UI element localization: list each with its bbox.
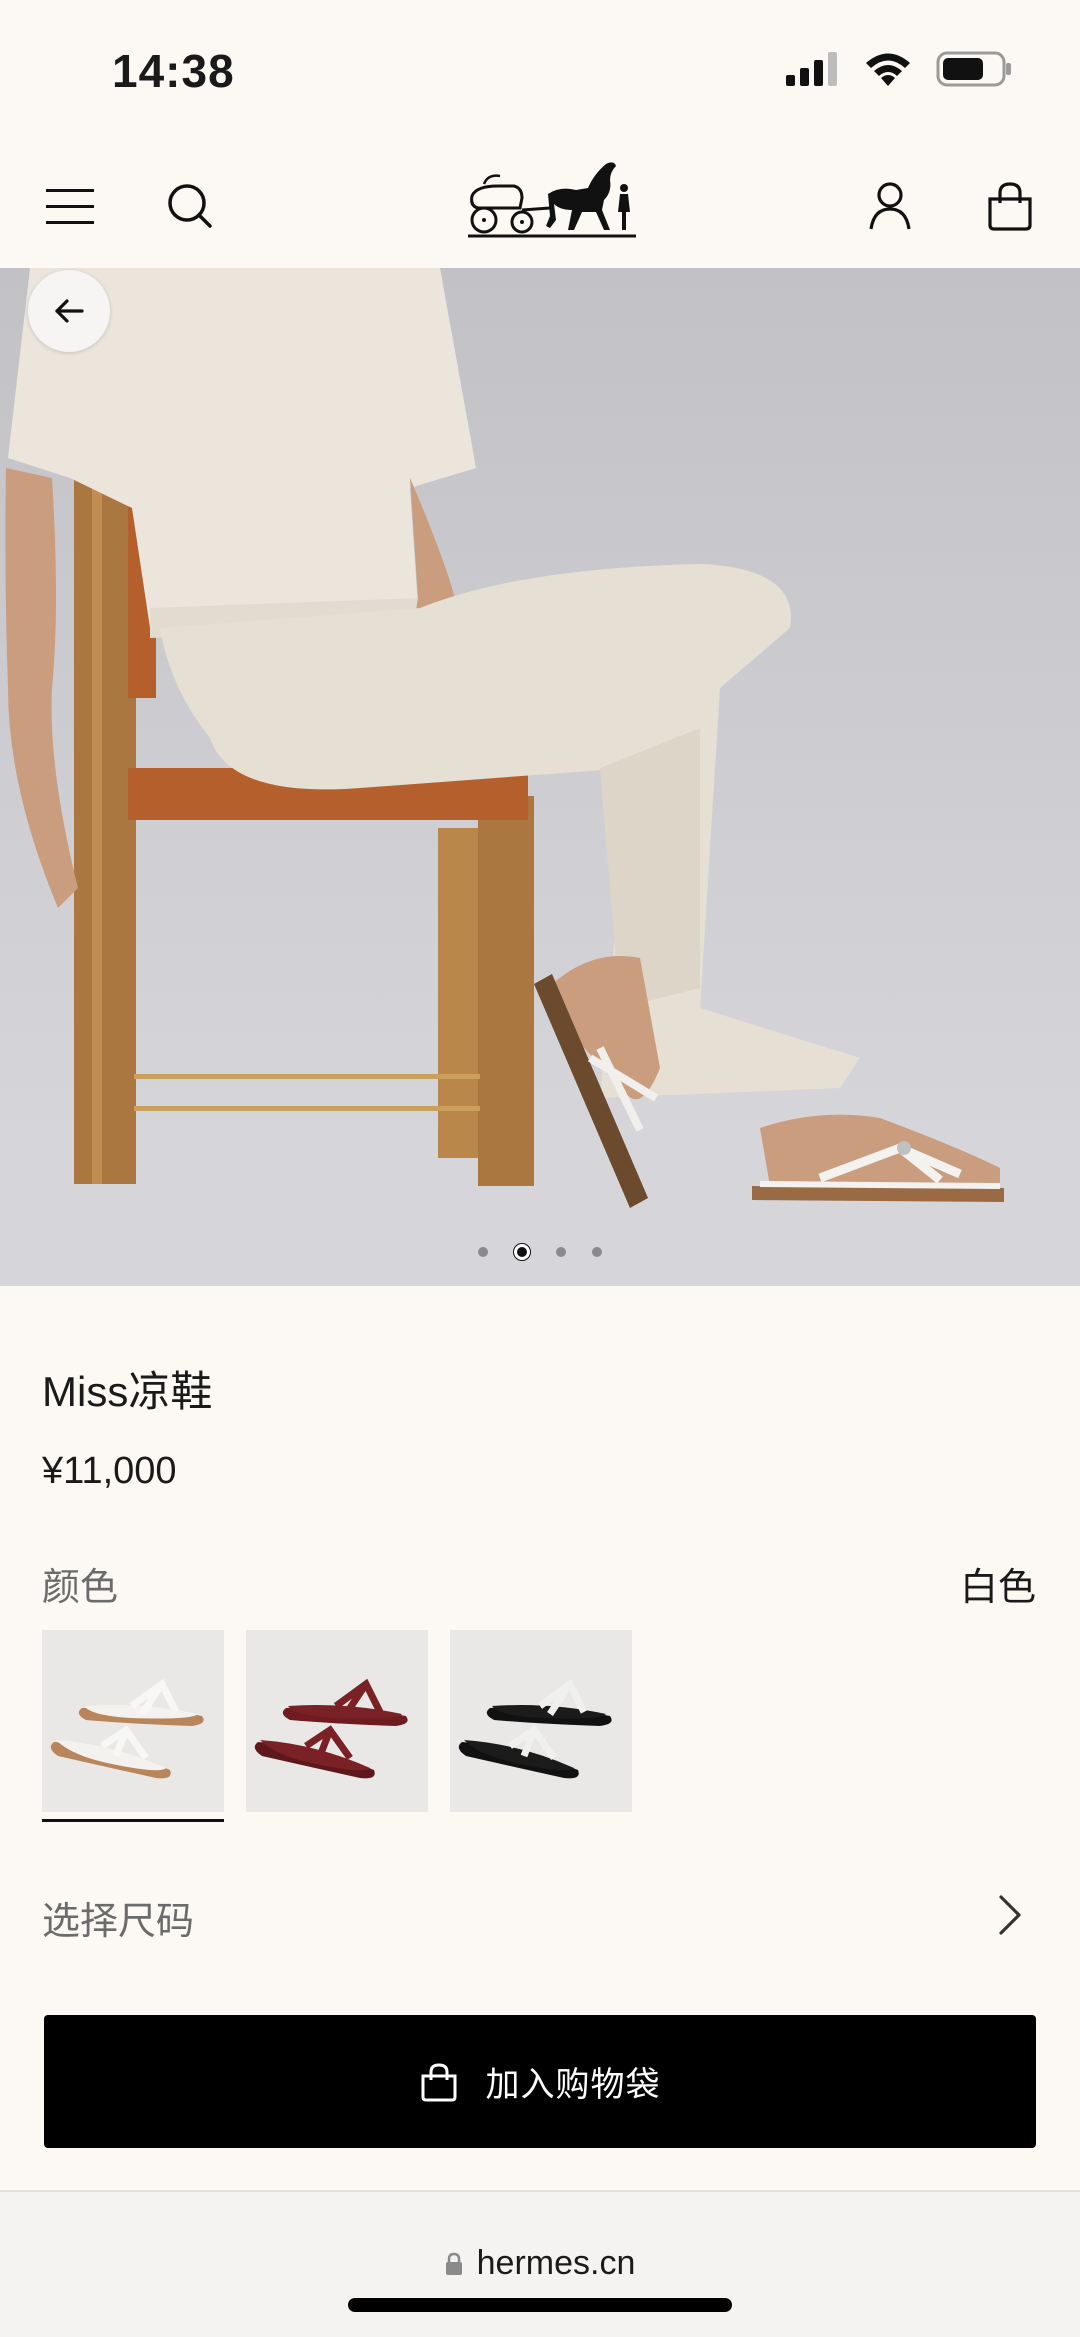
account-icon bbox=[869, 182, 911, 230]
size-selector-label: 选择尺码 bbox=[42, 1901, 195, 1943]
back-button[interactable] bbox=[28, 270, 110, 352]
search-icon bbox=[168, 184, 212, 228]
burgundy-sandal-thumbnail bbox=[254, 1678, 408, 1779]
carousel-dot-active[interactable] bbox=[514, 1244, 530, 1260]
chevron-right-icon bbox=[999, 1895, 1021, 1935]
browser-address-bar[interactable]: hermes.cn bbox=[0, 2190, 1080, 2337]
search-button[interactable] bbox=[150, 166, 230, 246]
color-swatch-black[interactable] bbox=[450, 1630, 632, 1812]
home-indicator[interactable] bbox=[348, 2298, 732, 2312]
product-title: Miss凉鞋 bbox=[42, 1368, 213, 1415]
product-price: ¥11,000 bbox=[42, 1450, 177, 1492]
wifi-icon bbox=[866, 53, 910, 86]
size-selector[interactable]: 选择尺码 bbox=[0, 1876, 1080, 1960]
shopping-bag-button[interactable] bbox=[970, 166, 1050, 246]
color-label: 颜色 bbox=[42, 1567, 119, 1609]
cellular-signal-icon bbox=[786, 52, 837, 86]
carousel-pagination bbox=[0, 1244, 1080, 1260]
product-image-carousel[interactable] bbox=[0, 268, 1080, 1286]
hermes-logo[interactable] bbox=[464, 150, 640, 250]
account-button[interactable] bbox=[850, 166, 930, 246]
carousel-dot[interactable] bbox=[556, 1247, 566, 1257]
add-to-bag-label: 加入购物袋 bbox=[485, 2066, 661, 2104]
color-swatch-list bbox=[42, 1630, 632, 1822]
arrow-left-icon bbox=[55, 299, 84, 323]
product-hero-image bbox=[0, 268, 1080, 1286]
hamburger-menu-icon bbox=[46, 189, 94, 224]
shopping-bag-icon bbox=[421, 2062, 456, 2101]
lock-icon bbox=[445, 2252, 462, 2275]
shopping-bag-icon bbox=[988, 182, 1032, 231]
white-sandal-thumbnail bbox=[50, 1678, 204, 1779]
add-to-bag-button[interactable]: 加入购物袋 bbox=[44, 2015, 1036, 2148]
carousel-dot[interactable] bbox=[592, 1247, 602, 1257]
battery-icon bbox=[936, 51, 1011, 87]
color-swatch-burgundy[interactable] bbox=[246, 1630, 428, 1812]
hermes-carriage-logo bbox=[468, 162, 636, 238]
site-header bbox=[0, 140, 1080, 268]
product-page: 14:38 Miss凉鞋 ¥11,000 颜色 白色 选择尺码 加入购物袋 he… bbox=[0, 0, 1080, 2337]
url-display[interactable]: hermes.cn bbox=[0, 2244, 1080, 2283]
black-sandal-thumbnail bbox=[458, 1678, 612, 1779]
status-bar: 14:38 bbox=[0, 0, 1080, 140]
menu-button[interactable] bbox=[30, 166, 110, 246]
selected-color-value: 白色 bbox=[959, 1567, 1036, 1609]
status-icons bbox=[784, 50, 1012, 88]
color-swatch-white[interactable] bbox=[42, 1630, 224, 1822]
url-text: hermes.cn bbox=[476, 2244, 636, 2282]
carousel-dot[interactable] bbox=[478, 1247, 488, 1257]
status-time: 14:38 bbox=[112, 45, 235, 97]
